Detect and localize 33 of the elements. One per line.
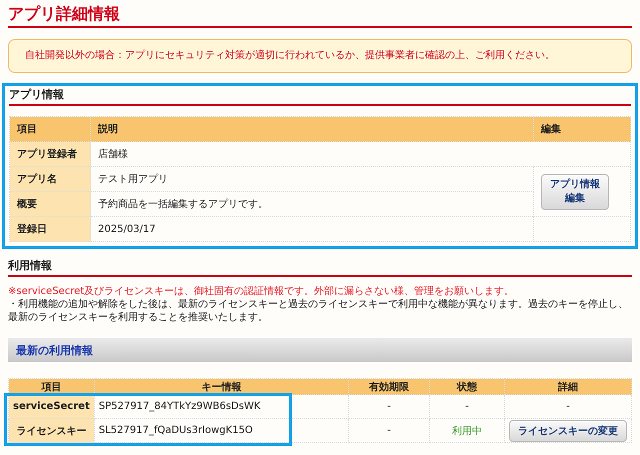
row-label: 概要: [10, 192, 90, 216]
row-label: serviceSecret: [8, 394, 94, 418]
status-cell: 利用中: [430, 418, 504, 442]
row-label: ライセンスキー: [8, 418, 94, 442]
table-cell: 予約商品を一括編集するアプリです。: [90, 192, 534, 216]
column-header: 編集: [534, 116, 630, 142]
table-cell: テスト用アプリ: [90, 166, 534, 192]
warning-text: ※serviceSecret及びライセンスキーは、御社固有の認証情報です。外部に漏らさない様、管理をお願いします。: [8, 285, 516, 298]
column-header: 項目: [8, 378, 94, 394]
notice-box: 自社開発以外の場合：アプリにセキュリティ対策が適切に行われているか、提供事業者に確認の上、ご利用ください。: [8, 39, 632, 73]
table-cell: -: [348, 418, 430, 442]
section-heading: 利用情報: [8, 259, 632, 277]
table-cell: -: [348, 394, 430, 418]
row-label: アプリ登録者: [10, 142, 90, 166]
status-cell: -: [430, 394, 504, 418]
table-cell: 店舗様: [90, 142, 630, 166]
table-cell: 2025/03/17: [90, 216, 534, 242]
change-key-button[interactable]: ライセンスキーの変更: [509, 420, 627, 442]
column-header: 状態: [430, 378, 504, 394]
section-heading: アプリ情報: [9, 88, 631, 106]
column-header: 説明: [90, 116, 534, 142]
page-title: アプリ詳細情報: [8, 4, 632, 28]
column-header: 有効期限: [348, 378, 430, 394]
column-header: 詳細: [504, 378, 632, 394]
column-header: キー情報: [94, 378, 348, 394]
table-cell: -: [504, 394, 632, 418]
note-text: ・利用機能の追加や解除をした後は、最新のライセンスキーと過去のライセンスキーで利用中な機能が異なります。過去のキーを停止し、最新のライセンスキーを利用することを推奨いたします。: [8, 298, 629, 324]
row-label: アプリ名: [10, 166, 90, 192]
table-cell: SL527917_fQaDUs3rIowgK15O: [94, 418, 348, 442]
row-label: 登録日: [10, 216, 90, 242]
column-header: 項目: [10, 116, 90, 142]
subheading: 最新の利用情報: [16, 342, 93, 358]
edit-app-button[interactable]: アプリ情報 編集: [541, 174, 609, 210]
